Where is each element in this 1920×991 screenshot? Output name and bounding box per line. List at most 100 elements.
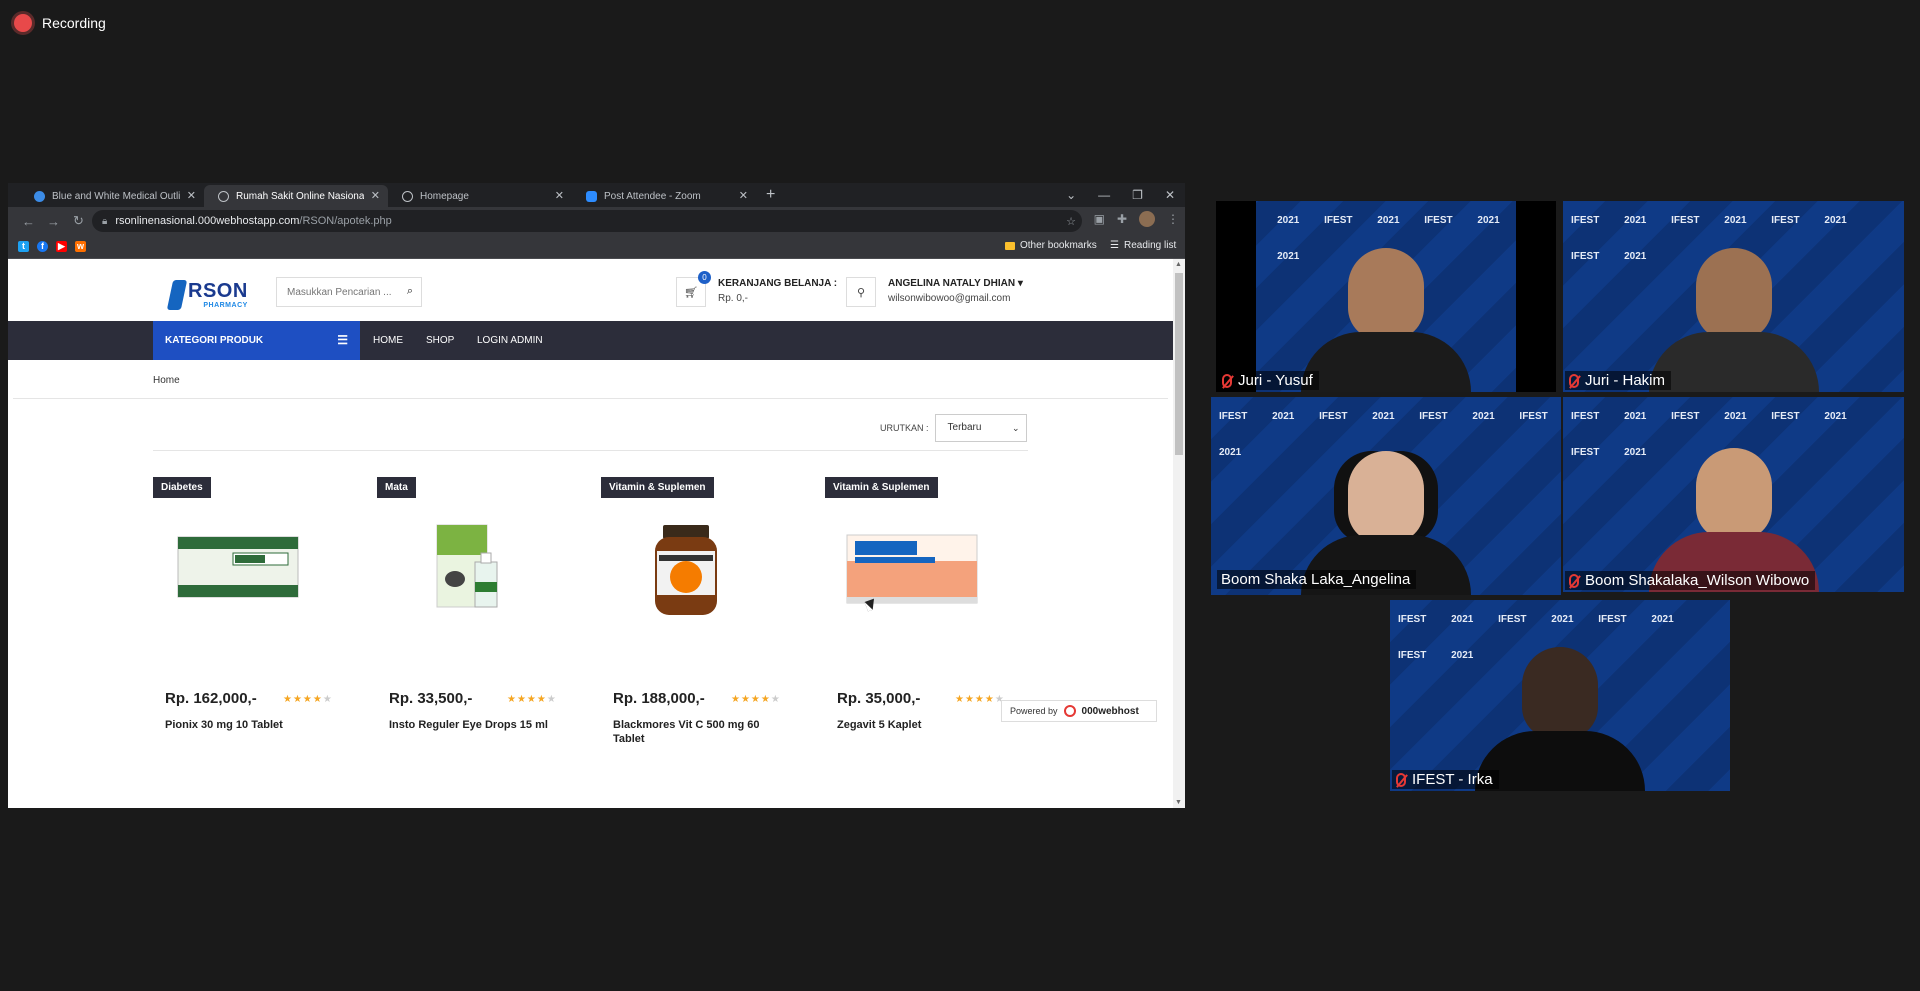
globe-icon (218, 191, 229, 202)
nav-login-admin[interactable]: LOGIN ADMIN (477, 321, 543, 360)
tab-homepage[interactable]: Homepage ✕ (388, 185, 572, 207)
video-tile[interactable]: IFEST 2021 IFEST 2021 IFEST 2021 IFEST 2… (1216, 201, 1556, 392)
tab-rumah-sakit[interactable]: Rumah Sakit Online Nasional ✕ (204, 185, 388, 207)
muted-mic-icon (1396, 772, 1406, 787)
wattpad-icon[interactable]: w (75, 241, 86, 252)
close-window-icon[interactable]: ✕ (1165, 188, 1175, 202)
back-icon[interactable]: ← (16, 214, 41, 229)
camera-icon[interactable]: ▣ (1094, 212, 1105, 226)
twitter-icon[interactable]: t (18, 241, 29, 252)
bookmark-star-icon[interactable]: ☆ (1066, 215, 1076, 228)
extensions-icon[interactable]: ✚ (1117, 212, 1127, 226)
scroll-down-icon[interactable]: ▼ (1175, 799, 1182, 806)
sort-select[interactable]: Terbaru ⌄ (934, 414, 1027, 442)
page-scrollbar[interactable]: ▲ ▼ (1173, 259, 1185, 808)
category-menu-button[interactable]: KATEGORI PRODUK ☰ (153, 321, 360, 360)
facebook-icon[interactable]: f (37, 241, 48, 252)
sort-label: URUTKAN : (880, 423, 929, 433)
product-name[interactable]: Insto Reguler Eye Drops 15 ml (389, 718, 549, 732)
user-email: wilsonwibowoo@gmail.com (888, 293, 1011, 304)
rating-stars: ★★★★★ (507, 694, 557, 705)
recording-label: Recording (42, 15, 106, 31)
profile-avatar[interactable] (1139, 211, 1155, 227)
video-tile[interactable]: IFEST 2021 IFEST 2021 IFEST 2021 IFEST 2… (1563, 397, 1904, 592)
product-image-blackmores[interactable] (611, 517, 761, 617)
logo-text: RSON (188, 279, 248, 302)
participant-name: Boom Shaka Laka_Angelina (1221, 571, 1411, 588)
search-box: ⌕ (276, 277, 422, 307)
muted-mic-icon (1569, 373, 1579, 388)
close-tab-icon[interactable]: ✕ (739, 189, 748, 202)
tab-title: Homepage (420, 190, 469, 202)
minimize-icon[interactable]: — (1098, 188, 1110, 202)
product-price: Rp. 188,000,- (613, 690, 705, 707)
participant-video (1648, 248, 1819, 392)
rating-stars: ★★★★★ (955, 694, 1005, 705)
tab-zoom[interactable]: Post Attendee - Zoom ✕ (572, 185, 756, 207)
rating-stars: ★★★★★ (283, 694, 333, 705)
powered-by-badge[interactable]: Powered by 000webhost (1001, 700, 1157, 722)
product-card[interactable]: Vitamin & Suplemen Rp. 35,000,- ★★★★★ Ze… (825, 477, 1025, 767)
product-category[interactable]: Vitamin & Suplemen (601, 477, 714, 498)
close-tab-icon[interactable]: ✕ (187, 189, 196, 202)
other-bookmarks[interactable]: Other bookmarks (1005, 240, 1097, 251)
video-tile-active-speaker[interactable]: IFEST 2021 IFEST 2021 IFEST 2021 IFEST 2… (1211, 397, 1561, 595)
product-image-zegavit[interactable] (835, 517, 985, 617)
chevron-down-icon: ⌄ (1011, 423, 1020, 433)
nav-shop[interactable]: SHOP (426, 321, 454, 360)
product-card[interactable]: Mata Rp. 33,500,- ★★★★★ Insto Reguler Ey… (377, 477, 577, 767)
nav-home[interactable]: HOME (373, 321, 403, 360)
new-tab-button[interactable]: + (766, 185, 775, 207)
product-name[interactable]: Zegavit 5 Kaplet (837, 718, 997, 732)
participant-video (1475, 647, 1645, 791)
tab-search-icon[interactable]: ⌄ (1066, 188, 1076, 202)
participant-name-tag: Boom Shaka Laka_Angelina (1217, 570, 1417, 589)
list-icon: ☰ (337, 333, 348, 347)
toolbar-icons: ▣ ✚ ⋮ (1094, 211, 1179, 227)
product-category[interactable]: Mata (377, 477, 416, 498)
search-icon[interactable]: ⌕ (407, 285, 413, 298)
product-image-pionix[interactable] (163, 517, 313, 617)
scroll-up-icon[interactable]: ▲ (1175, 261, 1182, 268)
reload-icon[interactable]: ↻ (66, 213, 91, 229)
product-image-insto[interactable] (387, 517, 537, 617)
globe-icon (402, 191, 413, 202)
caret-down-icon: ▾ (1017, 278, 1023, 289)
reading-list[interactable]: ☰ Reading list (1110, 240, 1176, 251)
user-widget[interactable]: ⚲ ANGELINA NATALY DHIAN ▾ wilsonwibowoo@… (846, 277, 1023, 307)
participant-video (1301, 248, 1471, 392)
window-controls: ⌄ — ❐ ✕ (1066, 183, 1185, 207)
restore-icon[interactable]: ❐ (1132, 188, 1143, 202)
product-card[interactable]: Diabetes Rp. 162,000,- ★★★★★ Pionix 30 m… (153, 477, 353, 767)
close-tab-icon[interactable]: ✕ (371, 189, 380, 202)
product-category[interactable]: Vitamin & Suplemen (825, 477, 938, 498)
forward-icon[interactable]: → (41, 214, 66, 229)
user-name[interactable]: ANGELINA NATALY DHIAN ▾ (888, 278, 1023, 289)
product-name[interactable]: Blackmores Vit C 500 mg 60 Tablet (613, 718, 773, 746)
site-logo[interactable]: RSON PHARMACY (166, 279, 248, 310)
scrollbar-thumb[interactable] (1175, 273, 1183, 455)
product-card[interactable]: Vitamin & Suplemen Rp. 188,000,- ★★★★★ B… (601, 477, 801, 767)
reading-list-label: Reading list (1123, 240, 1177, 251)
lock-user-icon: ⚲ (856, 286, 866, 299)
product-category[interactable]: Diabetes (153, 477, 211, 498)
youtube-icon[interactable]: ▶ (56, 241, 67, 252)
cart-widget[interactable]: 🛒︎ 0 KERANJANG BELANJA : Rp. 0,- (676, 271, 837, 307)
search-input[interactable] (287, 286, 397, 298)
breadcrumb[interactable]: Home (153, 375, 180, 386)
lock-icon: 🔒︎ (102, 215, 108, 227)
participant-name-tag: Boom Shakalaka_Wilson Wibowo (1565, 571, 1816, 590)
close-tab-icon[interactable]: ✕ (555, 189, 564, 202)
address-bar[interactable]: 🔒︎ rsonlinenasional.000webhostapp.com/RS… (92, 210, 1082, 232)
category-label: KATEGORI PRODUK (165, 335, 264, 346)
tab-medical-outline[interactable]: Blue and White Medical Outline ✕ (20, 185, 204, 207)
menu-icon[interactable]: ⋮ (1167, 212, 1179, 226)
video-tile[interactable]: IFEST 2021 IFEST 2021 IFEST 2021 IFEST 2… (1563, 201, 1904, 392)
video-tile[interactable]: IFEST 2021 IFEST 2021 IFEST 2021 IFEST 2… (1390, 600, 1730, 791)
product-name[interactable]: Pionix 30 mg 10 Tablet (165, 718, 325, 732)
canva-favicon-icon (34, 191, 45, 202)
participant-name: IFEST - Irka (1412, 771, 1493, 788)
user-icon-box[interactable]: ⚲ (846, 277, 876, 307)
divider (153, 450, 1028, 451)
cart-icon-box[interactable]: 🛒︎ 0 (676, 271, 711, 307)
